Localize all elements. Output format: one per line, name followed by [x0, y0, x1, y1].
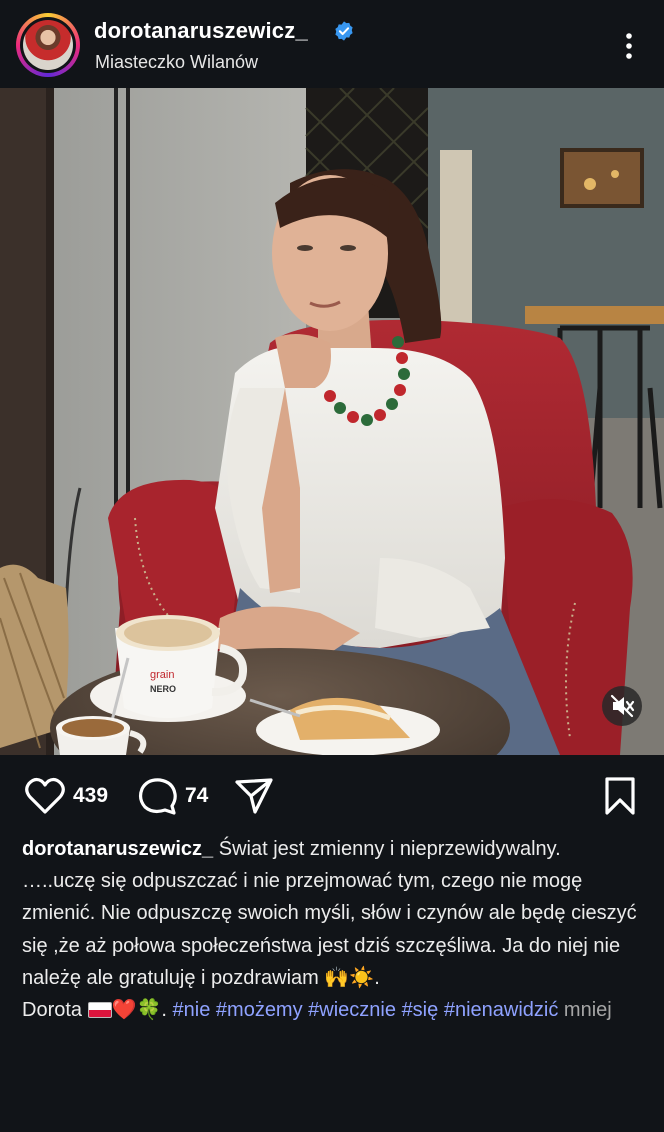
send-icon[interactable]: [234, 776, 274, 816]
caption-emoji-icon: 🙌☀️: [324, 966, 375, 989]
caption-paragraph-1: dorotanaruszewicz_ Świat jest zmienny i …: [22, 833, 647, 865]
post-photo-scene: grain NERO: [0, 88, 664, 755]
bookmark-icon[interactable]: [602, 776, 638, 816]
post-location[interactable]: Miasteczko Wilanów: [95, 52, 258, 73]
post-username[interactable]: dorotanaruszewicz_: [94, 18, 308, 44]
hashtag-link[interactable]: #nie: [173, 999, 211, 1021]
like-count[interactable]: 439: [73, 784, 108, 808]
avatar-story-ring[interactable]: [16, 13, 80, 77]
comment-icon[interactable]: [138, 776, 178, 816]
hashtag-link[interactable]: #możemy: [216, 999, 303, 1021]
caption-paragraph-2: …..uczę się odpuszczać i nie przejmować …: [22, 865, 647, 994]
hashtag-link[interactable]: #się: [402, 999, 439, 1021]
avatar[interactable]: [23, 20, 73, 70]
caption-signature-end: .: [161, 999, 167, 1022]
caption-collapse-link[interactable]: mniej: [564, 999, 612, 1021]
avatar-frame: [20, 17, 76, 73]
cup-brand-top: grain: [150, 669, 174, 681]
comment-count[interactable]: 74: [185, 784, 208, 808]
caption-paragraph-3: Dorota ❤️🍀. #nie #możemy #wiecznie #się …: [22, 994, 647, 1026]
caption-signature-emoji: ❤️🍀: [111, 999, 162, 1022]
post-photo[interactable]: grain NERO: [0, 88, 664, 755]
speaker-muted-icon: [610, 694, 635, 718]
hashtag-link[interactable]: #nienawidzić: [444, 999, 559, 1021]
heart-icon[interactable]: [24, 776, 66, 816]
cup-brand-bottom: NERO: [150, 684, 176, 694]
mute-button[interactable]: [602, 686, 642, 726]
caption-line-2-end: .: [374, 966, 380, 989]
poland-flag-icon: [87, 1002, 112, 1019]
post-caption: dorotanaruszewicz_ Świat jest zmienny i …: [22, 833, 647, 1026]
verified-badge-icon: [335, 21, 353, 41]
post-header: dorotanaruszewicz_ Miasteczko Wilanów: [0, 0, 664, 88]
hashtag-link[interactable]: #wiecznie: [308, 999, 396, 1021]
caption-signature: Dorota: [22, 999, 83, 1022]
caption-username[interactable]: dorotanaruszewicz_: [22, 838, 213, 860]
caption-line-1: Świat jest zmienny i nieprzewidywalny.: [218, 838, 561, 860]
post-action-bar: 439 74: [0, 760, 664, 830]
vertical-ellipsis-icon[interactable]: [614, 30, 644, 62]
